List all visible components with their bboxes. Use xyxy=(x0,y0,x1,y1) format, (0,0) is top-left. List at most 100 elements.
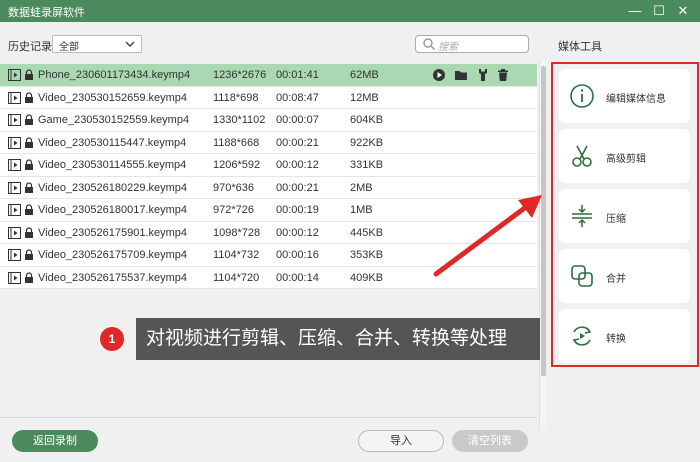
video-file-icon xyxy=(8,114,21,126)
merge-icon xyxy=(569,263,595,289)
video-file-icon xyxy=(8,181,21,194)
file-size: 1MB xyxy=(350,204,373,216)
file-size: 353KB xyxy=(350,249,384,261)
lock-icon[interactable] xyxy=(24,249,34,264)
media-tools-title: 媒体工具 xyxy=(558,41,602,53)
lock-icon[interactable] xyxy=(24,204,34,219)
file-size: 922KB xyxy=(350,136,384,149)
video-file-icon xyxy=(8,249,21,261)
annotation-callout: 对视频进行剪辑、压缩、合并、转换等处理 xyxy=(136,318,540,360)
file-duration: 00:01:41 xyxy=(276,69,319,81)
file-duration: 00:00:12 xyxy=(276,226,319,239)
file-size: 604KB xyxy=(350,114,384,126)
file-row[interactable]: Game_230530152559.keymp4 1330*1102 00:00:0… xyxy=(0,109,537,132)
trash-icon[interactable] xyxy=(496,68,510,82)
scissors-icon xyxy=(569,143,595,169)
convert-icon xyxy=(569,323,595,349)
tool-label: 编辑媒体信息 xyxy=(606,94,666,105)
file-resolution: 970*636 xyxy=(213,181,254,194)
file-duration: 00:00:21 xyxy=(276,136,319,149)
file-size: 2MB xyxy=(350,181,373,194)
video-file-icon xyxy=(8,69,21,81)
file-duration: 00:00:16 xyxy=(276,249,319,261)
lock-icon[interactable] xyxy=(24,226,34,242)
file-duration: 00:08:47 xyxy=(276,91,319,104)
lock-icon[interactable] xyxy=(24,159,34,174)
file-name: Video_230530152659.keymp4 xyxy=(38,91,188,104)
lock-icon[interactable] xyxy=(24,69,34,84)
title-bar: 数据蛙录屏软件 — ☐ ✕ xyxy=(0,0,700,22)
search-input[interactable]: 搜索 xyxy=(415,35,529,53)
file-name: Game_230530152559.keymp4 xyxy=(38,114,190,126)
history-filter-value: 全部 xyxy=(59,42,79,53)
file-name: Video_230526180017.keymp4 xyxy=(38,204,188,216)
file-row[interactable]: Video_230530115447.keymp4 1188*668 00:00:2… xyxy=(0,131,537,154)
tool-merge[interactable]: 合并 xyxy=(559,249,690,303)
window-title: 数据蛙录屏软件 xyxy=(8,7,85,19)
info-icon xyxy=(569,83,595,109)
video-file-icon xyxy=(8,271,21,284)
file-size: 331KB xyxy=(350,159,384,171)
back-to-record-button[interactable]: 返回录制 xyxy=(12,430,98,452)
lock-icon[interactable] xyxy=(24,114,34,129)
file-row[interactable]: Video_230530114555.keymp4 1206*592 00:00:1… xyxy=(0,154,537,177)
tool-label: 压缩 xyxy=(606,214,626,225)
annotation-arrow xyxy=(433,195,542,277)
import-button[interactable]: 导入 xyxy=(358,430,444,452)
history-label: 历史记录 xyxy=(8,41,52,53)
video-file-icon xyxy=(8,91,21,104)
file-size: 445KB xyxy=(350,226,384,239)
media-tools-highlight-box: 编辑媒体信息 高级剪辑 压缩 合并 转换 xyxy=(551,62,699,367)
video-file-icon xyxy=(8,159,21,171)
lock-icon[interactable] xyxy=(24,271,34,287)
file-resolution: 1118*698 xyxy=(213,91,259,104)
footer-divider xyxy=(0,417,537,418)
video-file-icon xyxy=(8,204,21,216)
history-filter-select[interactable]: 全部 xyxy=(52,35,142,53)
file-name: Video_230526175537.keymp4 xyxy=(38,271,188,284)
search-icon xyxy=(422,37,436,51)
lock-icon[interactable] xyxy=(24,181,34,197)
tool-advanced-cut[interactable]: 高级剪辑 xyxy=(559,129,690,183)
tool-label: 高级剪辑 xyxy=(606,154,646,165)
file-resolution: 1104*720 xyxy=(213,271,260,284)
video-file-icon xyxy=(8,226,21,239)
tool-label: 合并 xyxy=(606,274,626,285)
chevron-down-icon xyxy=(124,37,136,54)
file-duration: 00:00:07 xyxy=(276,114,319,126)
maximize-button[interactable]: ☐ xyxy=(650,2,668,20)
file-resolution: 1188*668 xyxy=(213,136,260,149)
file-row[interactable]: Video_230530152659.keymp4 1118*698 00:08:4… xyxy=(0,86,537,109)
file-name: Video_230530114555.keymp4 xyxy=(38,159,187,171)
file-duration: 00:00:12 xyxy=(276,159,319,171)
close-button[interactable]: ✕ xyxy=(674,2,692,20)
lock-icon[interactable] xyxy=(24,91,34,107)
file-resolution: 1098*728 xyxy=(213,226,261,239)
wrench-icon[interactable] xyxy=(476,68,490,82)
play-icon[interactable] xyxy=(432,68,446,82)
video-file-icon xyxy=(8,136,21,149)
file-duration: 00:00:14 xyxy=(276,271,319,284)
compress-icon xyxy=(569,203,595,229)
folder-icon[interactable] xyxy=(454,68,468,82)
tool-edit-media-info[interactable]: 编辑媒体信息 xyxy=(559,69,690,123)
file-resolution: 1330*1102 xyxy=(213,114,266,126)
file-size: 409KB xyxy=(350,271,384,284)
annotation-number-badge: 1 xyxy=(100,327,124,351)
tool-label: 转换 xyxy=(606,334,626,345)
file-resolution: 1206*592 xyxy=(213,159,261,171)
file-duration: 00:00:19 xyxy=(276,204,319,216)
tool-convert[interactable]: 转换 xyxy=(559,309,690,363)
file-name: Video_230526175709.keymp4 xyxy=(38,249,188,261)
file-duration: 00:00:21 xyxy=(276,181,319,194)
file-row[interactable]: Phone_230601173434.keymp4 1236*2676 00:01:… xyxy=(0,64,537,87)
file-resolution: 972*726 xyxy=(213,204,254,216)
file-name: Phone_230601173434.keymp4 xyxy=(38,69,191,81)
lock-icon[interactable] xyxy=(24,136,34,152)
clear-list-button[interactable]: 清空列表 xyxy=(452,430,528,452)
search-placeholder: 搜索 xyxy=(438,42,458,53)
file-name: Video_230526175901.keymp4 xyxy=(38,226,188,239)
file-resolution: 1104*732 xyxy=(213,249,260,261)
tool-compress[interactable]: 压缩 xyxy=(559,189,690,243)
minimize-button[interactable]: — xyxy=(626,2,644,20)
